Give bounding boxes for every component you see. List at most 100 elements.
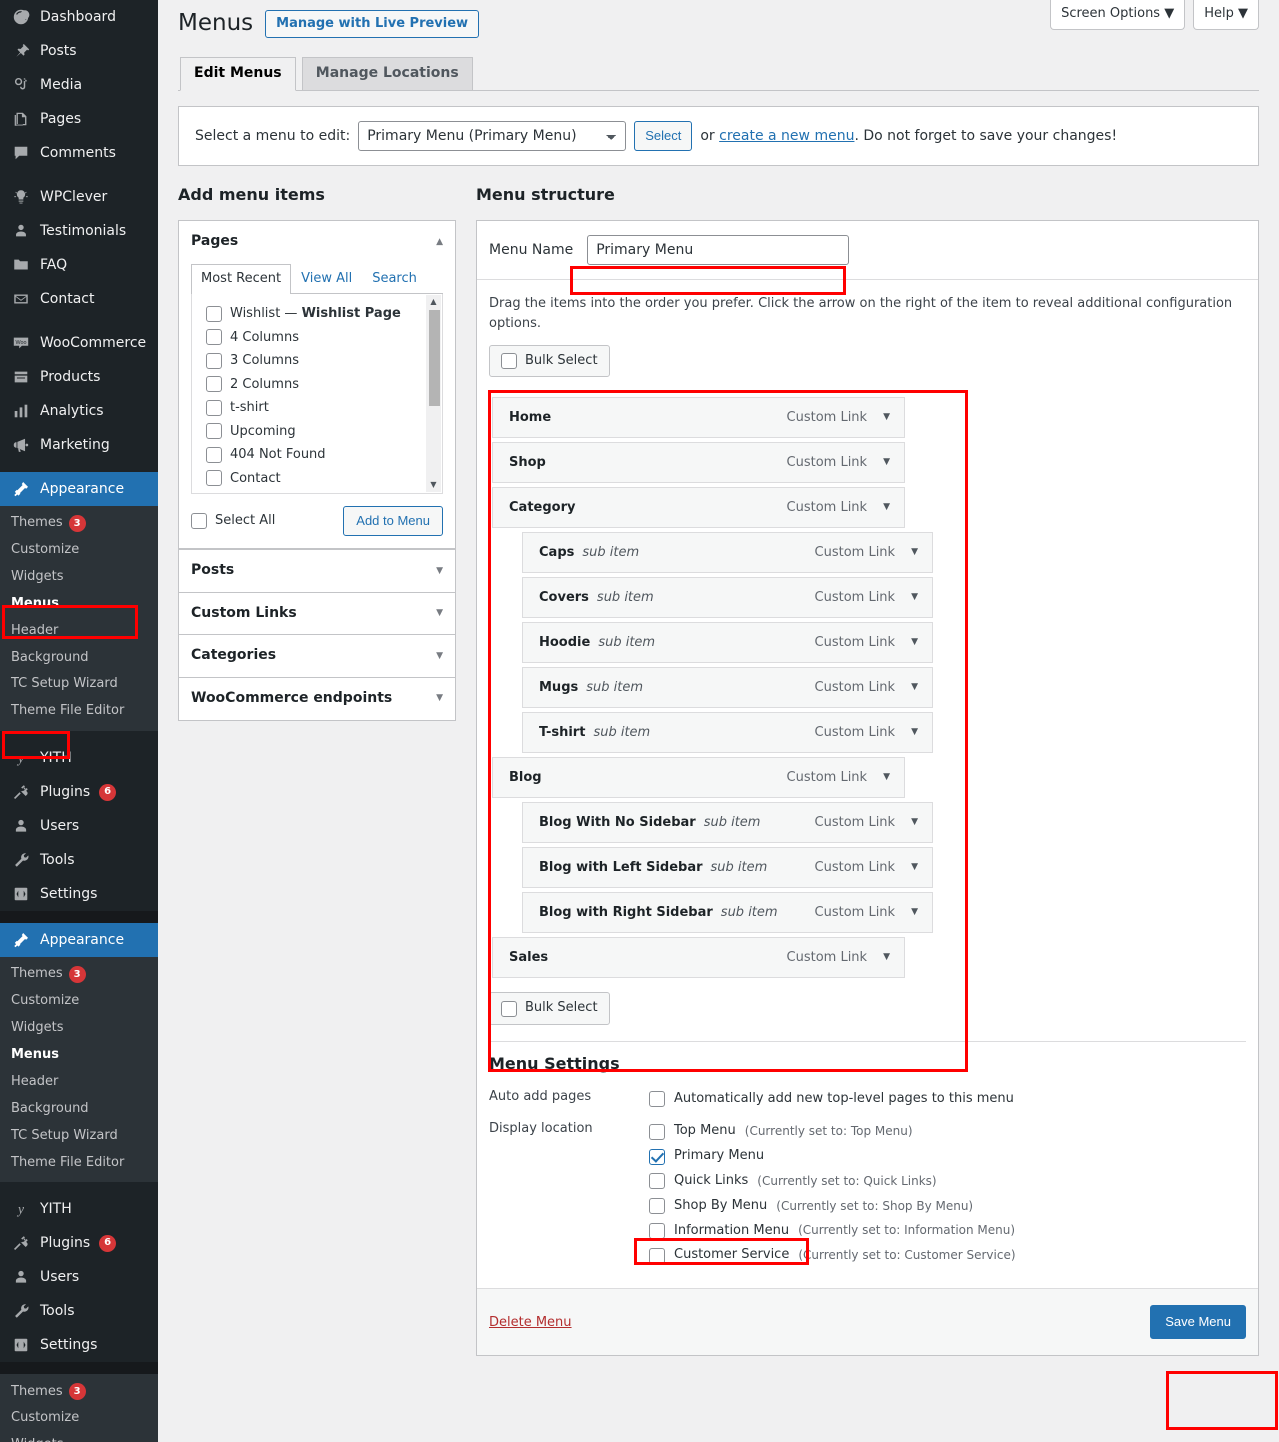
sidebar-item-dashboard[interactable]: Dashboard [0,0,158,34]
submenu-item-customize[interactable]: Customize [0,537,158,564]
bulk-select-bottom-button[interactable]: Bulk Select [489,992,610,1025]
page-item-row[interactable]: 4 Columns [206,326,442,350]
location-checkbox[interactable] [649,1247,665,1264]
bulk-select-top-button[interactable]: Bulk Select [489,345,610,378]
select-all-checkbox[interactable] [191,513,207,530]
sidebar-item-users[interactable]: Users [0,1260,158,1294]
menu-item-hoodie[interactable]: Hoodie sub item Custom Link ▼ [522,622,933,664]
page-item-row[interactable]: 2 Columns [206,373,442,397]
sidebar-item-plugins[interactable]: Plugins 6 [0,775,158,809]
panel-header-categories[interactable]: Categories ▼ [179,635,455,677]
create-new-menu-link[interactable]: create a new menu [719,128,854,144]
screen-options-button[interactable]: Screen Options ▼ [1050,0,1186,31]
chevron-down-icon[interactable]: ▼ [883,503,894,512]
sidebar-item-settings[interactable]: Settings [0,1328,158,1362]
tab-search[interactable]: Search [362,264,427,294]
pages-panel-header[interactable]: Pages ▲ [179,221,455,263]
menu-item-shop[interactable]: Shop Custom Link ▼ [492,442,905,484]
auto-add-pages-checkbox[interactable] [649,1091,665,1108]
location-checkbox[interactable] [649,1148,665,1165]
sidebar-item-wpclever[interactable]: WPClever [0,180,158,214]
location-checkbox[interactable] [649,1173,665,1190]
location-option-quick-links[interactable]: Quick Links (Currently set to: Quick Link… [649,1169,1246,1194]
page-item-row[interactable]: Upcoming [206,420,442,444]
sidebar-item-yith[interactable]: y YITH [0,1192,158,1226]
menu-item-caps[interactable]: Caps sub item Custom Link ▼ [522,532,933,574]
panel-header-posts[interactable]: Posts ▼ [179,550,455,592]
chevron-down-icon[interactable]: ▼ [436,694,443,703]
select-all-row[interactable]: Select All [191,509,275,533]
page-item-row[interactable]: 3 Columns [206,349,442,373]
add-to-menu-button[interactable]: Add to Menu [343,506,443,537]
sidebar-item-settings[interactable]: Settings [0,877,158,911]
location-option-primary-menu[interactable]: Primary Menu [649,1144,1246,1169]
sidebar-item-tools[interactable]: Tools [0,843,158,877]
chevron-down-icon[interactable]: ▼ [883,413,894,422]
chevron-down-icon[interactable]: ▼ [883,953,894,962]
chevron-down-icon[interactable]: ▼ [911,863,922,872]
chevron-down-icon[interactable]: ▼ [911,818,922,827]
submenu-item-theme-file-editor[interactable]: Theme File Editor [0,1150,158,1177]
sidebar-item-woocommerce[interactable]: Woo WooCommerce [0,326,158,360]
chevron-down-icon[interactable]: ▼ [436,609,443,618]
page-item-checkbox[interactable] [206,470,222,487]
chevron-down-icon[interactable]: ▼ [911,638,922,647]
sidebar-item-posts[interactable]: Posts [0,34,158,68]
page-item-checkbox[interactable] [206,446,222,463]
save-menu-button[interactable]: Save Menu [1150,1305,1246,1340]
page-item-row[interactable]: Wishlist — Wishlist Page [206,302,442,326]
menu-item-category[interactable]: Category Custom Link ▼ [492,487,905,529]
location-checkbox[interactable] [649,1198,665,1215]
chevron-down-icon[interactable]: ▼ [911,548,922,557]
chevron-down-icon[interactable]: ▼ [911,683,922,692]
select-button[interactable]: Select [634,120,693,151]
menu-item-blog-with-left-sidebar[interactable]: Blog with Left Sidebar sub item Custom Lin… [522,847,933,889]
sidebar-item-marketing[interactable]: Marketing [0,428,158,462]
submenu-item-themes[interactable]: Themes 3 [0,1378,158,1405]
sidebar-item-faq[interactable]: FAQ [0,248,158,282]
submenu-item-widgets[interactable]: Widgets [0,1015,158,1042]
chevron-down-icon[interactable]: ▼ [883,458,894,467]
page-item-checkbox[interactable] [206,305,222,322]
sidebar-item-users[interactable]: Users [0,809,158,843]
submenu-item-menus[interactable]: Menus [0,1042,158,1069]
chevron-down-icon[interactable]: ▼ [911,593,922,602]
sidebar-item-tools[interactable]: Tools [0,1294,158,1328]
menu-item-blog-with-no-sidebar[interactable]: Blog With No Sidebar sub item Custom Link ▼ [522,802,933,844]
location-checkbox[interactable] [649,1223,665,1240]
location-checkbox[interactable] [649,1123,665,1140]
tab-manage-locations[interactable]: Manage Locations [301,56,473,90]
page-item-checkbox[interactable] [206,399,222,416]
location-option-customer-service[interactable]: Customer Service (Currently set to: Custo… [649,1243,1246,1268]
submenu-item-customize[interactable]: Customize [0,988,158,1015]
menu-item-covers[interactable]: Covers sub item Custom Link ▼ [522,577,933,619]
submenu-item-background[interactable]: Background [0,645,158,672]
scrollbar-thumb[interactable] [429,310,440,407]
manage-with-live-preview-button[interactable]: Manage with Live Preview [265,9,480,39]
menu-select-dropdown[interactable]: Primary Menu (Primary Menu) [358,120,627,151]
location-option-information-menu[interactable]: Information Menu (Currently set to: Infor… [649,1219,1246,1244]
page-item-row[interactable]: 404 Not Found [206,443,442,467]
menu-item-sales[interactable]: Sales Custom Link ▼ [492,937,905,979]
submenu-item-background[interactable]: Background [0,1096,158,1123]
chevron-down-icon[interactable]: ▼ [436,651,443,661]
page-item-checkbox[interactable] [206,352,222,369]
sidebar-item-testimonials[interactable]: Testimonials [0,214,158,248]
menu-name-input[interactable] [587,235,850,266]
tab-edit-menus[interactable]: Edit Menus [180,56,296,91]
help-button[interactable]: Help ▼ [1193,0,1259,31]
submenu-item-theme-file-editor[interactable]: Theme File Editor [0,698,158,725]
submenu-item-widgets[interactable]: Widgets [0,564,158,591]
sidebar-item-plugins[interactable]: Plugins 6 [0,1226,158,1260]
menu-item-blog[interactable]: Blog Custom Link ▼ [492,757,905,799]
scroll-up-icon[interactable]: ▲ [430,295,436,309]
menu-item-t-shirt[interactable]: T-shirt sub item Custom Link ▼ [522,712,933,754]
page-item-checkbox[interactable] [206,376,222,393]
location-option-top-menu[interactable]: Top Menu (Currently set to: Top Menu) [649,1119,1246,1144]
bulk-select-top-checkbox[interactable] [501,353,517,370]
bulk-select-bottom-checkbox[interactable] [501,1000,517,1017]
sidebar-item-analytics[interactable]: Analytics [0,394,158,428]
sidebar-item-yith[interactable]: y YITH [0,741,158,775]
sidebar-item-media[interactable]: Media [0,68,158,102]
chevron-up-icon[interactable]: ▲ [436,237,443,247]
